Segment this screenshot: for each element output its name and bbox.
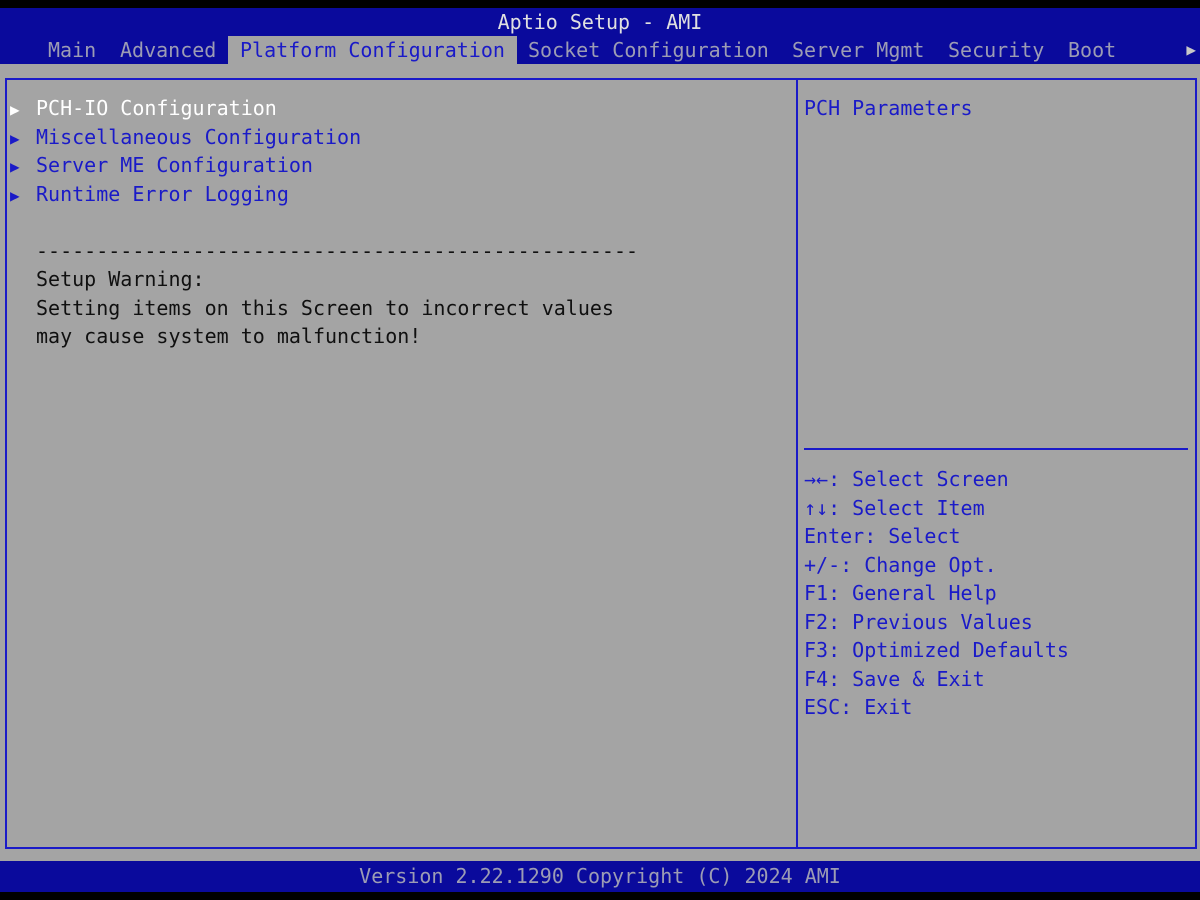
key-hint-select-screen: →←: Select Screen <box>804 467 1009 491</box>
tab-platform-configuration[interactable]: Platform Configuration <box>228 36 517 64</box>
help-divider <box>804 448 1188 450</box>
footer-version: Version 2.22.1290 Copyright (C) 2024 AMI <box>0 861 1200 892</box>
tab-boot[interactable]: Boot <box>1064 36 1120 64</box>
menu-item-pch-io-configuration[interactable]: ▶ PCH-IO Configuration <box>10 94 277 122</box>
help-description: PCH Parameters <box>804 96 973 120</box>
triangle-right-icon: ▶ <box>10 186 20 205</box>
menu-item-server-me-configuration[interactable]: ▶ Server ME Configuration <box>10 151 313 179</box>
tab-server-mgmt[interactable]: Server Mgmt <box>788 36 928 64</box>
triangle-right-icon: ▶ <box>10 129 20 148</box>
tab-advanced[interactable]: Advanced <box>116 36 220 64</box>
tab-socket-configuration[interactable]: Socket Configuration <box>524 36 773 64</box>
vertical-divider <box>796 78 798 849</box>
key-hint-esc: ESC: Exit <box>804 695 913 719</box>
menu-item-label: PCH-IO Configuration <box>36 96 277 120</box>
menu-item-miscellaneous-configuration[interactable]: ▶ Miscellaneous Configuration <box>10 123 361 151</box>
key-hint-f1: F1: General Help <box>804 581 997 605</box>
tab-main[interactable]: Main <box>44 36 100 64</box>
key-hint-f4: F4: Save & Exit <box>804 667 985 691</box>
key-hint-enter: Enter: Select <box>804 524 961 548</box>
tab-security[interactable]: Security <box>944 36 1048 64</box>
key-hint-f2: F2: Previous Values <box>804 610 1033 634</box>
triangle-right-icon[interactable]: ▶ <box>1186 36 1196 65</box>
tab-bar: Main Advanced Platform Configuration Soc… <box>0 36 1200 64</box>
warning-title: Setup Warning: <box>36 267 205 291</box>
key-hint-change-opt: +/-: Change Opt. <box>804 553 997 577</box>
separator-line: ----------------------------------------… <box>36 239 639 263</box>
menu-item-runtime-error-logging[interactable]: ▶ Runtime Error Logging <box>10 180 289 208</box>
warning-text-line2: may cause system to malfunction! <box>36 324 422 348</box>
menu-item-label: Runtime Error Logging <box>36 182 289 206</box>
key-hint-select-item: ↑↓: Select Item <box>804 496 985 520</box>
menu-item-label: Server ME Configuration <box>36 153 313 177</box>
warning-text-line1: Setting items on this Screen to incorrec… <box>36 296 614 320</box>
triangle-right-icon: ▶ <box>10 157 20 176</box>
menu-item-label: Miscellaneous Configuration <box>36 125 362 149</box>
app-title: Aptio Setup - AMI <box>497 10 703 34</box>
key-hint-f3: F3: Optimized Defaults <box>804 638 1069 662</box>
triangle-right-icon: ▶ <box>10 100 20 119</box>
